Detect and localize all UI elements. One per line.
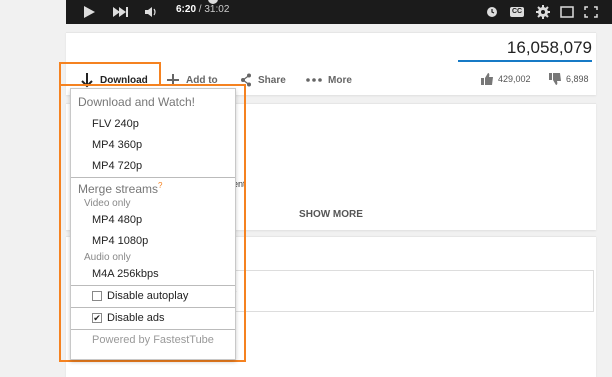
next-icon[interactable]	[112, 3, 128, 21]
menu-item-mp4-1080p[interactable]: MP4 1080p	[92, 235, 148, 247]
video-player-controls: 6:20 / 31:02 CC	[66, 0, 612, 24]
duration: / 31:02	[198, 4, 230, 15]
clock-icon[interactable]	[486, 3, 498, 21]
fullscreen-icon[interactable]	[584, 3, 598, 21]
share-label: Share	[258, 74, 286, 86]
menu-heading-download: Download and Watch!	[78, 95, 195, 109]
more-label: More	[328, 74, 352, 86]
settings-gear-icon[interactable]	[536, 3, 550, 21]
more-dots-icon	[306, 78, 322, 82]
menu-divider	[71, 329, 235, 330]
merge-help-icon[interactable]: ?	[158, 181, 162, 190]
thumbs-up-icon	[481, 73, 493, 85]
time-display: 6:20 / 31:02	[176, 4, 229, 15]
share-button[interactable]: Share	[240, 71, 286, 89]
like-button[interactable]: 429,002	[480, 72, 531, 86]
dislike-count: 6,898	[566, 74, 589, 84]
view-count-bar	[458, 60, 592, 62]
dislike-button[interactable]: 6,898	[548, 72, 589, 86]
view-count: 16,058,079	[506, 38, 592, 57]
menu-divider	[71, 307, 235, 308]
merge-streams-label: Merge streams	[78, 182, 159, 196]
thumbs-down-icon	[549, 73, 561, 85]
menu-divider	[71, 177, 235, 178]
more-button[interactable]: More	[306, 71, 352, 89]
autoplay-checkbox[interactable]	[92, 291, 102, 301]
menu-heading-merge: Merge streams?	[78, 181, 162, 196]
video-only-label: Video only	[84, 198, 131, 209]
menu-divider	[71, 285, 235, 286]
audio-only-label: Audio only	[84, 252, 131, 263]
menu-item-mp4-720p[interactable]: MP4 720p	[92, 160, 142, 172]
download-menu: Download and Watch! FLV 240p MP4 360p MP…	[70, 88, 236, 360]
download-highlight	[59, 62, 161, 86]
ads-checkbox[interactable]: ✔	[92, 313, 102, 323]
menu-item-mp4-360p[interactable]: MP4 360p	[92, 139, 142, 151]
disable-ads-label[interactable]: Disable ads	[107, 312, 164, 324]
powered-by-text[interactable]: Powered by FastestTube	[71, 334, 235, 346]
current-time: 6:20	[176, 4, 197, 15]
captions-icon[interactable]: CC	[510, 3, 524, 21]
menu-item-mp4-480p[interactable]: MP4 480p	[92, 214, 142, 226]
cc-label: CC	[510, 7, 524, 17]
disable-autoplay-label[interactable]: Disable autoplay	[107, 290, 188, 302]
like-count: 429,002	[498, 74, 531, 84]
menu-item-m4a-256kbps[interactable]: M4A 256kbps	[92, 268, 159, 280]
play-icon[interactable]	[82, 3, 96, 21]
menu-item-flv-240p[interactable]: FLV 240p	[92, 118, 139, 130]
volume-icon[interactable]	[144, 3, 158, 21]
theater-mode-icon[interactable]	[560, 3, 574, 21]
